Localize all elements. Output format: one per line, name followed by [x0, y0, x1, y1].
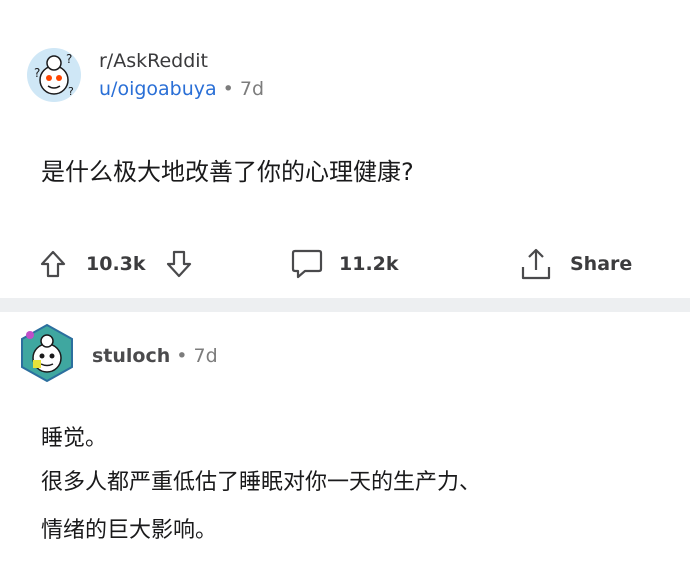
downvote-button[interactable]: [166, 246, 192, 282]
share-icon: [521, 248, 551, 280]
comments-button[interactable]: [290, 246, 324, 282]
comment-meta: stuloch • 7d: [92, 345, 218, 367]
downvote-arrow-icon: [166, 250, 192, 278]
svg-text:?: ?: [34, 66, 40, 80]
post-meta: u/oigoabuya • 7d: [99, 78, 264, 100]
post-action-bar: 10.3k 11.2k Share: [0, 246, 690, 282]
comment-bubble-icon: [291, 249, 323, 279]
post-card: ? ? ? r/AskReddit u/oigoabuya • 7d 是什么极大地改…: [0, 0, 690, 298]
upvote-count: 10.3k: [86, 253, 146, 275]
section-divider: [0, 298, 690, 312]
share-label[interactable]: Share: [570, 253, 632, 275]
meta-separator: •: [176, 345, 188, 367]
comment-age: 7d: [193, 345, 218, 367]
subreddit-avatar-icon[interactable]: ? ? ?: [26, 47, 82, 103]
post-author-link[interactable]: u/oigoabuya: [99, 78, 217, 100]
comment-line-1: 睡觉。: [41, 426, 108, 451]
comment-card: stuloch • 7d 睡觉。 很多人都严重低估了睡眠对你一天的生产力、 情绪的巨…: [0, 312, 690, 568]
comment-line-2: 很多人都严重低估了睡眠对你一天的生产力、: [41, 470, 482, 495]
commenter-avatar-icon[interactable]: [16, 322, 78, 384]
post-title[interactable]: 是什么极大地改善了你的心理健康?: [41, 152, 414, 187]
share-button[interactable]: [518, 246, 554, 282]
comment-author-link[interactable]: stuloch: [92, 345, 170, 367]
comment-line-3: 情绪的巨大影响。: [41, 518, 218, 543]
upvote-arrow-icon: [40, 250, 66, 278]
meta-separator: •: [222, 78, 234, 100]
upvote-button[interactable]: [40, 246, 66, 282]
subreddit-name[interactable]: r/AskReddit: [99, 50, 208, 72]
svg-text:?: ?: [68, 85, 74, 98]
comment-count: 11.2k: [339, 253, 399, 275]
svg-text:?: ?: [66, 52, 72, 66]
post-age: 7d: [239, 78, 265, 100]
